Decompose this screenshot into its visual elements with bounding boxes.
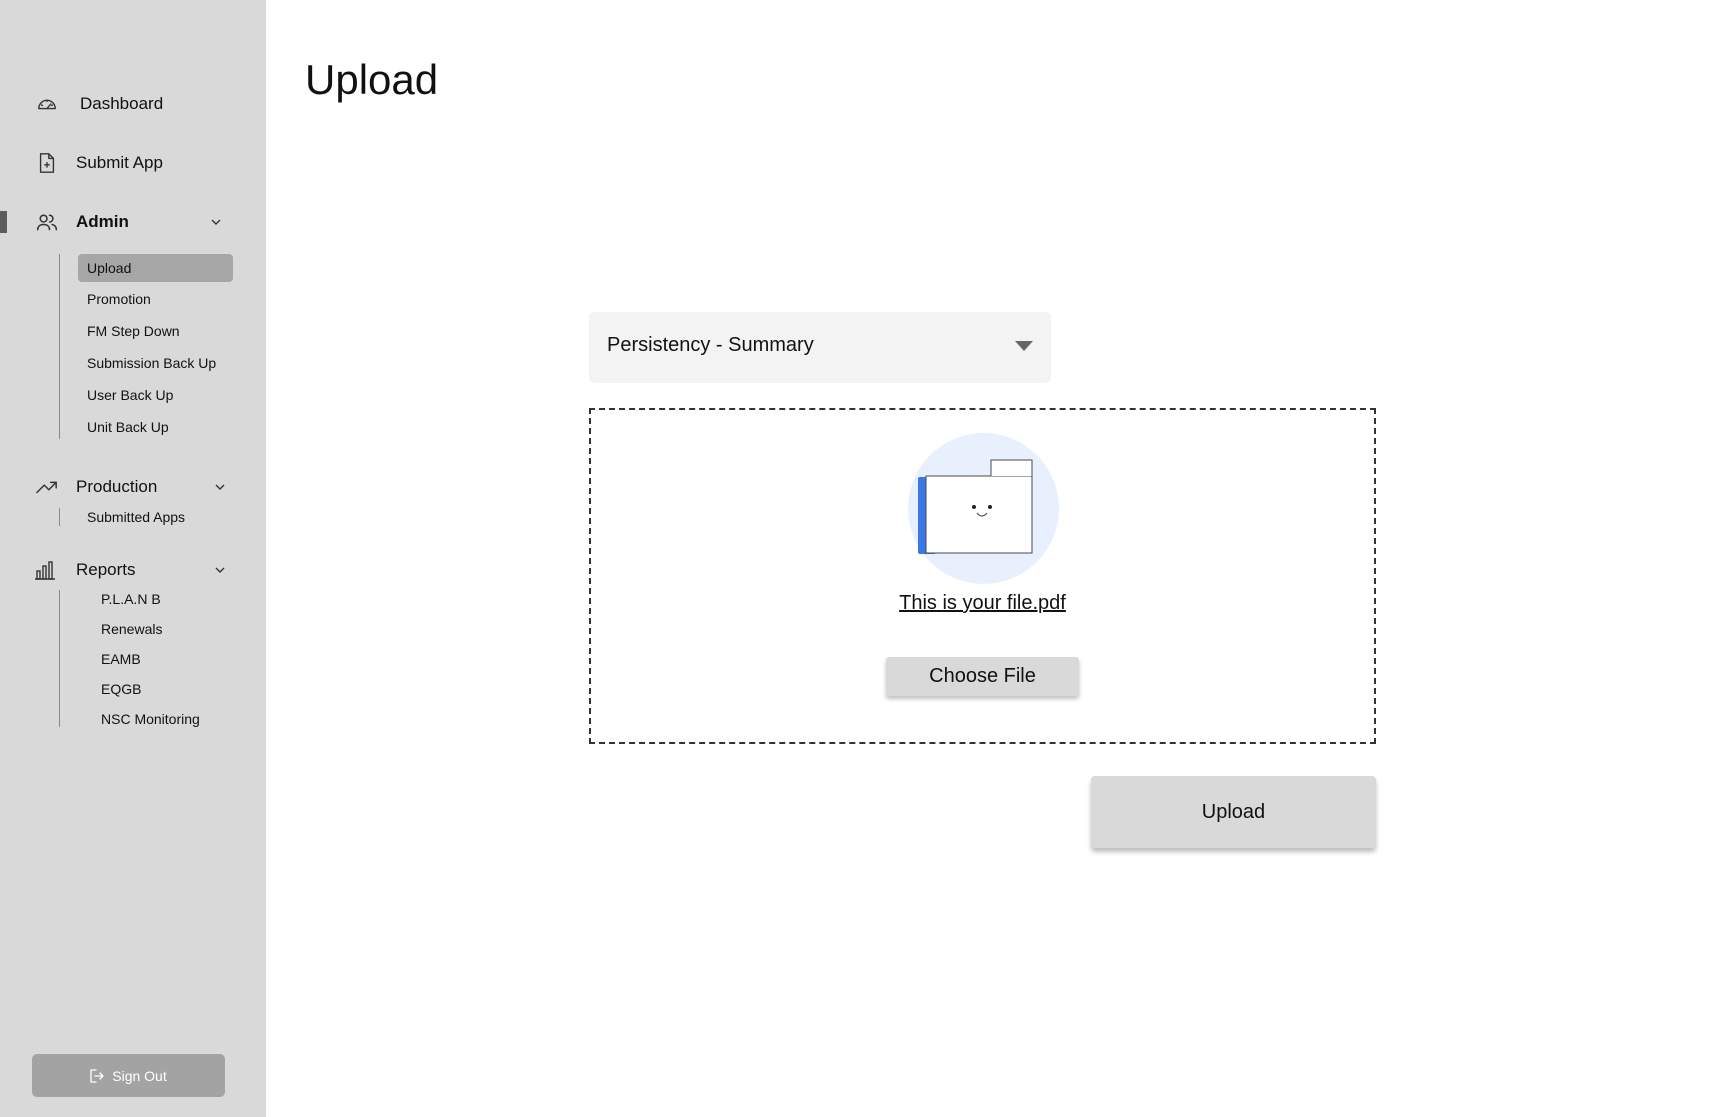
users-icon <box>36 211 58 233</box>
sidebar-item-label: Reports <box>76 560 136 579</box>
submenu-item-fm-step-down[interactable]: FM Step Down <box>78 317 180 345</box>
sidebar-item-label: Submit App <box>76 153 163 172</box>
trending-up-icon <box>36 476 58 498</box>
gauge-icon <box>36 93 58 115</box>
bar-chart-icon <box>34 559 56 581</box>
submenu-item-submitted-apps[interactable]: Submitted Apps <box>78 503 185 531</box>
admin-submenu: Upload Promotion FM Step Down Submission… <box>59 254 233 439</box>
sidebar-item-label: Production <box>76 477 158 496</box>
sidebar-item-production[interactable]: Production <box>0 469 266 505</box>
production-submenu: Submitted Apps <box>59 508 185 526</box>
folder-icon <box>908 433 1059 584</box>
file-dropzone[interactable]: This is your file.pdf Choose File <box>589 408 1376 744</box>
sidebar-item-admin[interactable]: Admin <box>0 204 266 240</box>
submenu-item-user-back-up[interactable]: User Back Up <box>78 381 173 409</box>
sidebar-item-label: Admin <box>76 212 129 231</box>
caret-down-icon <box>1015 341 1033 351</box>
sign-out-label: Sign Out <box>112 1067 167 1084</box>
report-type-select[interactable]: Persistency - Summary <box>589 312 1051 383</box>
submenu-item-nsc-monitoring[interactable]: NSC Monitoring <box>92 705 200 733</box>
select-value: Persistency - Summary <box>607 334 814 356</box>
submenu-item-eamb[interactable]: EAMB <box>92 645 141 673</box>
file-plus-icon <box>36 152 58 174</box>
submenu-item-upload[interactable]: Upload <box>78 254 233 282</box>
sidebar-item-dashboard[interactable]: Dashboard <box>0 86 266 122</box>
selected-file-link[interactable]: This is your file.pdf <box>591 592 1374 615</box>
page-title: Upload <box>305 56 439 103</box>
submenu-item-promotion[interactable]: Promotion <box>78 285 151 313</box>
choose-file-button[interactable]: Choose File <box>886 657 1079 696</box>
submenu-item-unit-back-up[interactable]: Unit Back Up <box>78 413 169 441</box>
sidebar-item-reports[interactable]: Reports <box>0 552 266 588</box>
reports-submenu: P.L.A.N B Renewals EAMB EQGB NSC Monitor… <box>59 590 200 727</box>
chevron-down-icon[interactable] <box>214 564 226 576</box>
chevron-down-icon[interactable] <box>214 481 226 493</box>
sign-out-button[interactable]: Sign Out <box>32 1054 225 1097</box>
sidebar-item-submit-app[interactable]: Submit App <box>0 145 266 181</box>
upload-button[interactable]: Upload <box>1091 776 1376 848</box>
submenu-item-eqgb[interactable]: EQGB <box>92 675 141 703</box>
chevron-down-icon[interactable] <box>210 216 222 228</box>
submenu-item-submission-back-up[interactable]: Submission Back Up <box>78 349 216 377</box>
submenu-item-plan-b[interactable]: P.L.A.N B <box>92 585 161 613</box>
sidebar: Dashboard Submit App Admin Upload Promot… <box>0 0 266 1117</box>
sidebar-item-label: Dashboard <box>80 94 164 113</box>
logout-icon <box>90 1068 104 1083</box>
submenu-item-renewals[interactable]: Renewals <box>92 615 162 643</box>
